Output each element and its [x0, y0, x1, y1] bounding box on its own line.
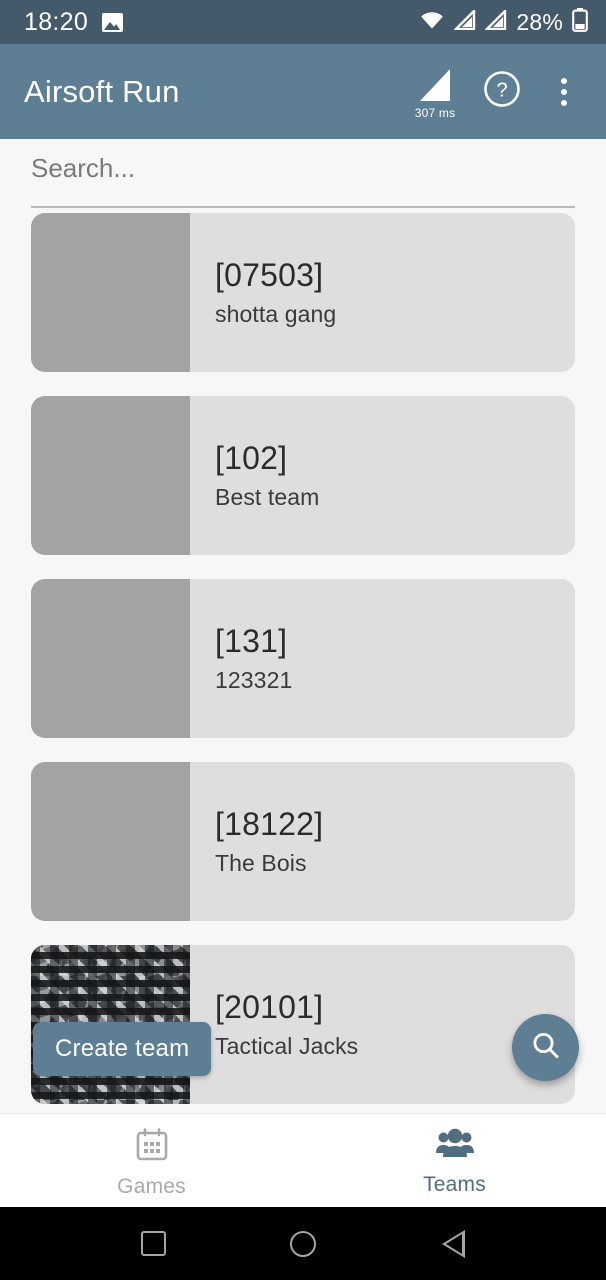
team-card-body: [07503] shotta gang	[190, 213, 575, 372]
team-card-body: [131] 123321	[190, 579, 575, 738]
team-card-body: [20101] Tactical Jacks	[190, 945, 575, 1104]
team-thumbnail	[31, 579, 190, 738]
table-row[interactable]: [07503] shotta gang	[31, 213, 575, 372]
tab-games-label: Games	[117, 1175, 186, 1198]
battery-percent-label: 28%	[516, 8, 563, 35]
calendar-icon	[133, 1126, 171, 1169]
wifi-icon	[419, 10, 445, 35]
battery-icon	[572, 7, 588, 37]
status-bar-clock: 18:20	[24, 7, 89, 36]
team-code: [07503]	[215, 256, 324, 293]
android-navigation-bar	[0, 1207, 606, 1280]
bottom-navigation: Games Teams	[0, 1113, 606, 1207]
ping-label: 307 ms	[414, 106, 456, 120]
circle-home-icon	[290, 1230, 316, 1257]
square-recents-icon	[140, 1231, 166, 1256]
android-status-bar: 18:20 28%	[0, 0, 606, 44]
table-row[interactable]: [131] 123321	[31, 579, 575, 738]
signal-strength-icon	[420, 69, 450, 101]
team-code: [131]	[215, 622, 288, 659]
tab-teams-label: Teams	[423, 1173, 486, 1196]
svg-text:?: ?	[496, 80, 507, 102]
home-button[interactable]	[276, 1217, 330, 1271]
table-row[interactable]: [102] Best team	[31, 396, 575, 555]
recents-button[interactable]	[126, 1217, 180, 1271]
people-group-icon	[435, 1128, 475, 1167]
search-fab-button[interactable]	[512, 1014, 579, 1081]
search-input[interactable]	[31, 153, 575, 184]
team-thumbnail	[31, 762, 190, 921]
team-list[interactable]: [07503] shotta gang [102] Best team [131…	[0, 213, 606, 1113]
ping-indicator[interactable]: 307 ms	[402, 57, 468, 127]
app-bar-actions: 307 ms ?	[402, 57, 592, 127]
search-icon	[529, 1029, 563, 1066]
search-underline	[31, 206, 575, 208]
tab-teams[interactable]: Teams	[303, 1114, 606, 1207]
more-vertical-icon	[561, 77, 567, 106]
tab-games[interactable]: Games	[0, 1114, 303, 1207]
team-name: Best team	[215, 484, 320, 511]
help-button[interactable]: ?	[474, 64, 530, 120]
help-circle-icon: ?	[482, 69, 522, 114]
search-area	[0, 139, 606, 211]
team-code: [102]	[215, 439, 288, 476]
create-team-tooltip: Create team	[33, 1022, 212, 1076]
team-card-body: [102] Best team	[190, 396, 575, 555]
cellular-signal-icon	[453, 7, 476, 35]
triangle-back-icon	[441, 1229, 465, 1258]
team-name: 123321	[215, 667, 293, 694]
status-bar-left: 18:20	[24, 7, 124, 37]
photo-icon	[102, 12, 124, 32]
team-code: [20101]	[215, 988, 324, 1025]
back-button[interactable]	[426, 1217, 480, 1271]
team-card-body: [18122] The Bois	[190, 762, 575, 921]
app-screen: 18:20 28% Airsoft Run 307 ms ? Search...…	[0, 0, 606, 1280]
team-name: shotta gang	[215, 301, 337, 328]
team-thumbnail	[31, 396, 190, 555]
cellular-signal-icon	[484, 7, 507, 35]
team-code: [18122]	[215, 805, 324, 842]
overflow-menu-button[interactable]	[536, 64, 592, 120]
status-bar-right: 28%	[419, 7, 588, 37]
team-thumbnail	[31, 213, 190, 372]
team-name: The Bois	[215, 850, 307, 877]
app-bar: Airsoft Run 307 ms ?	[0, 44, 606, 139]
table-row[interactable]: [18122] The Bois	[31, 762, 575, 921]
app-title: Airsoft Run	[24, 73, 180, 109]
